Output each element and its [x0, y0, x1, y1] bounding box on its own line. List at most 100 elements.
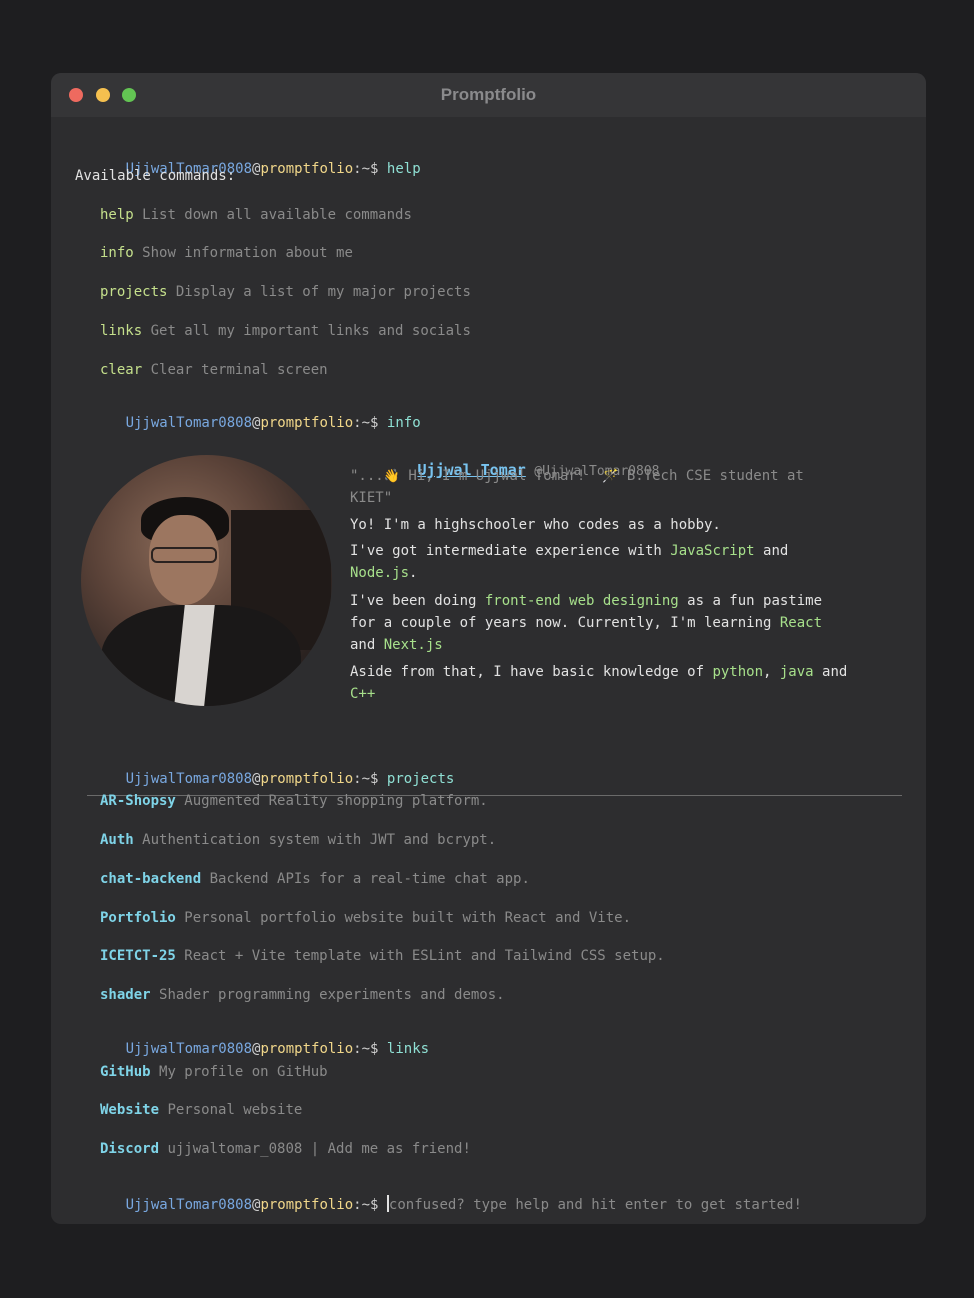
skill-highlight: front-end web designing	[484, 593, 679, 609]
link-item[interactable]: Discord ujjwaltomar_0808 | Add me as fri…	[100, 1141, 471, 1157]
bio-text: B.Tech CSE student at	[626, 468, 804, 484]
command-desc: List down all available commands	[142, 207, 412, 223]
command-input[interactable]: confused? type help and hit enter to get…	[389, 1197, 802, 1213]
skill-highlight: React	[779, 615, 823, 631]
wave-icon: 👋	[383, 469, 400, 484]
help-item: help List down all available commands	[100, 207, 412, 223]
prompt-user: UjjwalTomar0808	[125, 771, 253, 787]
about-text: for a couple of years now. Currently, I'…	[350, 615, 780, 631]
prompt-user: UjjwalTomar0808	[125, 1197, 253, 1213]
project-link[interactable]: Portfolio	[100, 910, 176, 926]
terminal-window: Promptfolio UjjwalTomar0808@promptfolio:…	[51, 73, 926, 1224]
about-text: Aside from that, I have basic knowledge …	[350, 664, 713, 680]
project-link[interactable]: ICETCT-25	[100, 948, 176, 964]
prompt-user: UjjwalTomar0808	[125, 415, 253, 431]
project-item[interactable]: shader Shader programming experiments an…	[100, 987, 505, 1003]
project-link[interactable]: chat-backend	[100, 871, 201, 887]
about-text: and	[350, 637, 384, 653]
project-desc: Personal portfolio website built with Re…	[184, 910, 632, 926]
about-text: I've been doing	[350, 593, 485, 609]
project-item[interactable]: ICETCT-25 React + Vite template with ESL…	[100, 948, 665, 964]
profile-bio: "...👋 Hi, I'm Ujjwal Tomar! 🪄 B.Tech CSE…	[350, 465, 804, 488]
entered-command: links	[386, 1041, 430, 1057]
prompt-user: UjjwalTomar0808	[125, 1041, 253, 1057]
command-name: info	[100, 245, 134, 261]
command-desc: Show information about me	[142, 245, 353, 261]
link-desc: ujjwaltomar_0808 | Add me as friend!	[167, 1141, 471, 1157]
skill-highlight: JavaScript	[670, 543, 755, 559]
link-item[interactable]: GitHub My profile on GitHub	[100, 1064, 328, 1080]
skill-highlight: Node.js	[350, 565, 410, 581]
about-paragraph: I've got intermediate experience with Ja…	[350, 540, 788, 562]
about-paragraph-cont: and Next.js	[350, 634, 443, 656]
profile-avatar	[81, 455, 332, 706]
project-item[interactable]: Portfolio Personal portfolio website bui…	[100, 910, 631, 926]
help-item: clear Clear terminal screen	[100, 362, 328, 378]
about-text: as a fun pastime	[678, 593, 823, 609]
about-paragraph-cont: C++	[350, 683, 375, 705]
prompt-host: promptfolio	[260, 415, 354, 431]
prompt-host: promptfolio	[260, 161, 354, 177]
command-name: help	[100, 207, 134, 223]
project-link[interactable]: AR-Shopsy	[100, 793, 176, 809]
prompt-path: :~$	[353, 1197, 379, 1213]
skill-highlight: python	[712, 664, 764, 680]
website-link[interactable]: Website	[100, 1102, 159, 1118]
prompt-path: :~$	[353, 771, 379, 787]
project-desc: React + Vite template with ESLint and Ta…	[184, 948, 665, 964]
command-desc: Display a list of my major projects	[175, 284, 471, 300]
command-desc: Get all my important links and socials	[150, 323, 471, 339]
about-text: I've got intermediate experience with	[350, 543, 671, 559]
skill-highlight: Next.js	[383, 637, 443, 653]
about-text: ,	[763, 664, 780, 680]
prompt-host: promptfolio	[260, 1041, 354, 1057]
github-link[interactable]: GitHub	[100, 1064, 151, 1080]
project-desc: Authentication system with JWT and bcryp…	[142, 832, 497, 848]
window-title: Promptfolio	[440, 85, 537, 104]
project-link[interactable]: shader	[100, 987, 151, 1003]
entered-command: info	[386, 415, 421, 431]
link-desc: Personal website	[167, 1102, 303, 1118]
help-heading: Available commands:	[75, 168, 236, 184]
help-item: info Show information about me	[100, 245, 353, 261]
about-paragraph: I've been doing front-end web designing …	[350, 590, 822, 612]
bio-quote: "...	[350, 468, 384, 484]
about-text: .	[409, 565, 418, 581]
prompt-path: :~$	[353, 161, 379, 177]
entered-command: help	[386, 161, 421, 177]
command-name: clear	[100, 362, 143, 378]
wand-icon: 🪄	[602, 469, 619, 484]
command-name: links	[100, 323, 143, 339]
project-link[interactable]: Auth	[100, 832, 134, 848]
prompt-path: :~$	[353, 1041, 379, 1057]
prompt-host: promptfolio	[260, 1197, 354, 1213]
project-desc: Augmented Reality shopping platform.	[184, 793, 488, 809]
command-desc: Clear terminal screen	[150, 362, 328, 378]
link-desc: My profile on GitHub	[159, 1064, 328, 1080]
link-item[interactable]: Website Personal website	[100, 1102, 302, 1118]
entered-command: projects	[386, 771, 455, 787]
project-desc: Backend APIs for a real-time chat app.	[209, 871, 530, 887]
about-paragraph-cont: Node.js.	[350, 562, 417, 584]
help-item: projects Display a list of my major proj…	[100, 284, 471, 300]
prompt-host: promptfolio	[260, 771, 354, 787]
about-paragraph: Yo! I'm a highschooler who codes as a ho…	[350, 517, 721, 533]
skill-highlight: C++	[350, 686, 376, 702]
about-text: and	[813, 664, 848, 680]
discord-link[interactable]: Discord	[100, 1141, 159, 1157]
project-item[interactable]: AR-Shopsy Augmented Reality shopping pla…	[100, 793, 488, 809]
title-bar: Promptfolio	[51, 73, 926, 117]
project-item[interactable]: Auth Authentication system with JWT and …	[100, 832, 496, 848]
profile-bio-cont: KIET"	[350, 490, 393, 506]
command-name: projects	[100, 284, 168, 300]
about-text: and	[754, 543, 789, 559]
about-paragraph-cont: for a couple of years now. Currently, I'…	[350, 612, 822, 634]
skill-highlight: java	[779, 664, 814, 680]
about-paragraph: Aside from that, I have basic knowledge …	[350, 661, 847, 683]
prompt-path: :~$	[353, 415, 379, 431]
input-prompt-line[interactable]: UjjwalTomar0808@promptfolio:~$ confused?…	[75, 1179, 802, 1224]
project-item[interactable]: chat-backend Backend APIs for a real-tim…	[100, 871, 530, 887]
bio-text: Hi, I'm Ujjwal Tomar!	[408, 468, 586, 484]
help-item: links Get all my important links and soc…	[100, 323, 471, 339]
project-desc: Shader programming experiments and demos…	[159, 987, 505, 1003]
